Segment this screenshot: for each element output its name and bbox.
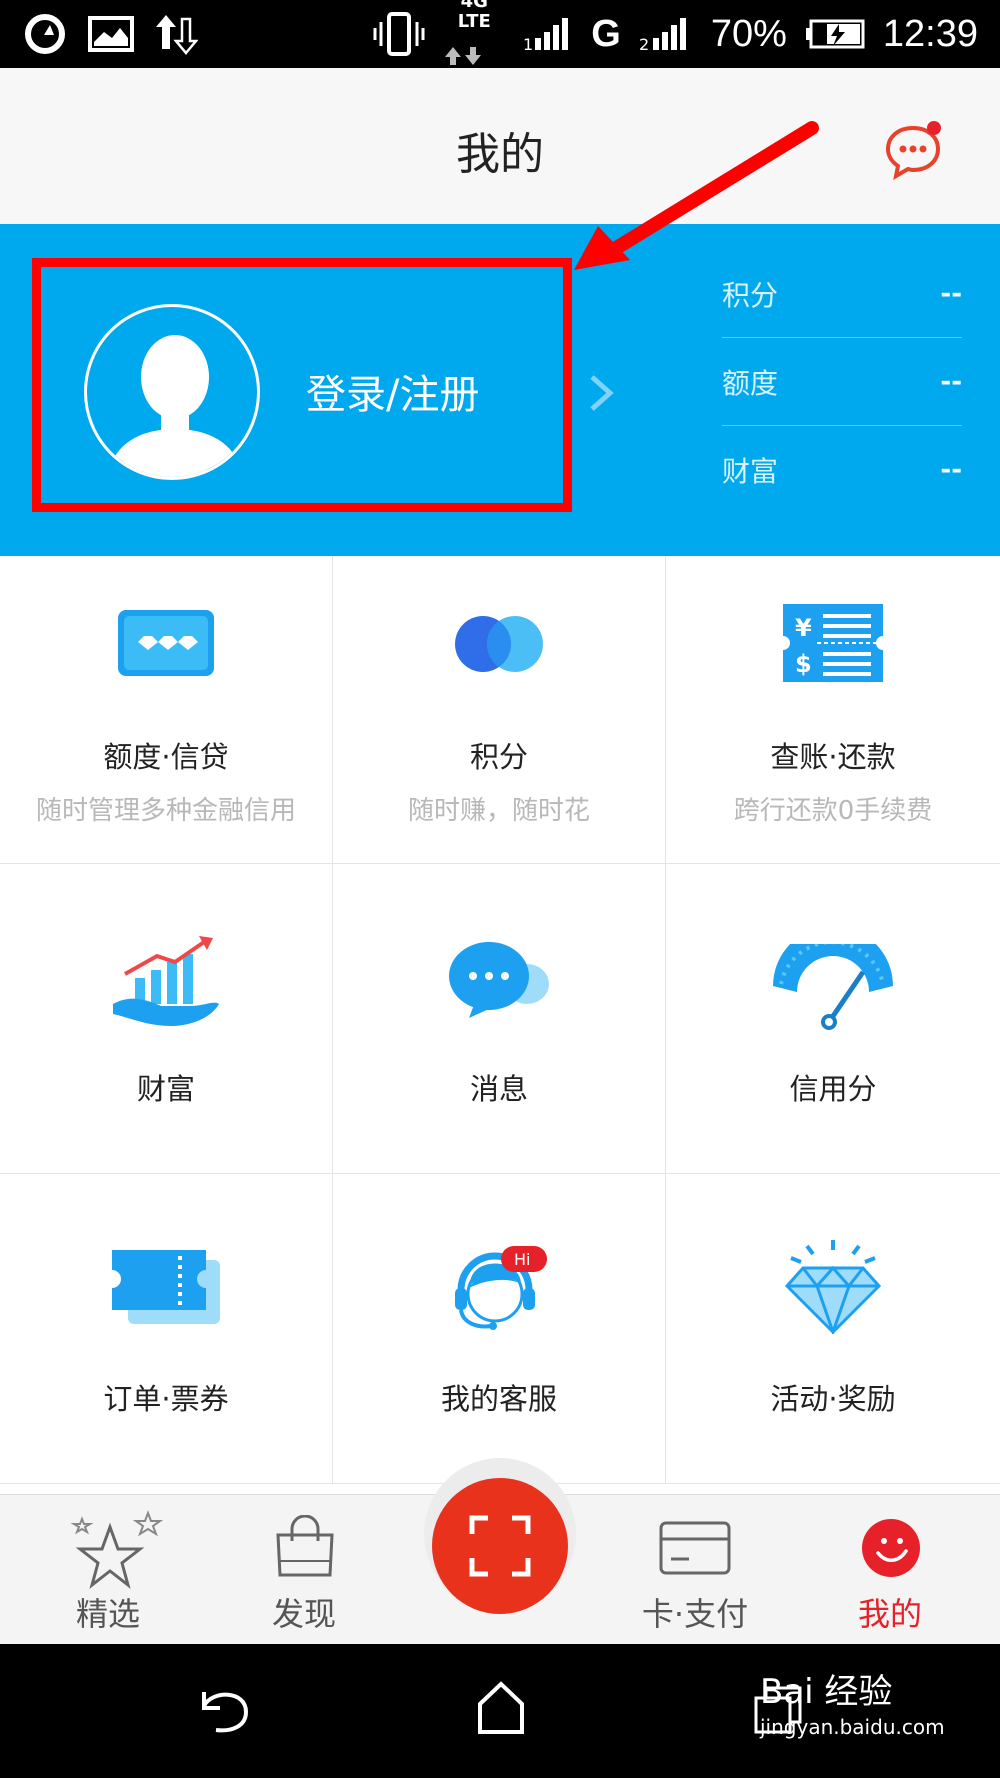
- gauge-icon: [773, 944, 893, 1030]
- svg-text:¥: ¥: [795, 614, 812, 642]
- grid-item-desc: 跨行还款0手续费: [733, 796, 933, 826]
- card-icon: [659, 1521, 731, 1575]
- grid-item-name: 额度·信贷: [103, 740, 229, 774]
- grid-item-bill[interactable]: ¥ $ 查账·还款 跨行还款0手续费: [666, 556, 1000, 864]
- user-silhouette-icon: [107, 335, 243, 477]
- grid-item-desc: 随时管理多种金融信用: [35, 796, 296, 826]
- nav-item-mine[interactable]: 我的: [800, 1495, 980, 1645]
- login-register-link[interactable]: 登录/注册: [306, 362, 479, 420]
- watermark-url: jingyan.baidu.com: [760, 1715, 945, 1739]
- page-title: 我的: [456, 129, 544, 180]
- data-transfer-icon: [156, 15, 198, 55]
- battery-icon: [805, 19, 865, 49]
- credit-card-icon: [118, 610, 214, 676]
- grid-item-name: 财富: [136, 1072, 195, 1106]
- app-header: 我的: [0, 68, 1000, 224]
- battery-percent: 70%: [710, 12, 787, 55]
- stat-label: 额度: [722, 366, 779, 400]
- svg-text:1: 1: [523, 35, 533, 52]
- annotation-arrow-icon: [574, 121, 819, 270]
- profile-stats: 积分 -- 额度 -- 财富 --: [722, 250, 962, 514]
- back-icon[interactable]: [196, 1684, 252, 1736]
- grid-item-name: 查账·还款: [770, 740, 896, 774]
- stat-value: --: [940, 455, 962, 485]
- chevron-right-icon[interactable]: [588, 374, 616, 412]
- grid-item-message[interactable]: 消息: [333, 864, 666, 1174]
- shopping-bag-icon: [276, 1515, 334, 1577]
- watermark-brand: Bai 经验: [760, 1672, 893, 1712]
- grid-item-wealth[interactable]: 财富: [0, 864, 333, 1174]
- scan-icon: [469, 1515, 531, 1577]
- hi-badge: Hi: [514, 1250, 530, 1269]
- nav-label: 卡·支付: [641, 1595, 749, 1633]
- carrier-g: G: [591, 12, 621, 55]
- clock: 12:39: [882, 12, 978, 55]
- nav-label: 精选: [75, 1595, 140, 1633]
- points-circles-icon: [455, 616, 543, 672]
- status-bar: 4G LTE 1 G 2 70% 12:39: [0, 0, 1000, 68]
- star-icon: [70, 1510, 164, 1589]
- grid-item-customer-service[interactable]: Hi 我的客服: [333, 1174, 666, 1484]
- svg-text:$: $: [795, 650, 812, 678]
- image-icon: [88, 16, 134, 52]
- grid-item-name: 信用分: [789, 1072, 877, 1106]
- stat-label: 财富: [722, 455, 779, 488]
- nav-label: 我的: [857, 1595, 922, 1633]
- scan-button[interactable]: [432, 1478, 568, 1614]
- feature-grid: 额度·信贷 随时管理多种金融信用 积分 随时赚，随时花 ¥ $ 查账·还款 跨行…: [0, 556, 1000, 1484]
- nav-item-featured[interactable]: 精选: [18, 1495, 198, 1645]
- message-icon: [449, 942, 549, 1018]
- sync-icon: [25, 14, 65, 54]
- stat-value: --: [940, 366, 962, 397]
- nav-item-discover[interactable]: 发现: [214, 1495, 394, 1645]
- grid-item-desc: 随时赚，随时花: [407, 796, 590, 826]
- grid-item-activities[interactable]: 活动·奖励: [666, 1174, 1000, 1484]
- vibrate-icon: [373, 12, 425, 56]
- stat-value: --: [940, 278, 962, 309]
- signal-icon-2: 2: [639, 18, 686, 52]
- chat-bubble-icon[interactable]: [882, 120, 944, 182]
- wealth-chart-icon: [113, 936, 219, 1026]
- signal-icon-1: 1: [523, 18, 569, 52]
- bill-icon: ¥ $: [783, 604, 883, 682]
- grid-item-name: 积分: [469, 740, 528, 774]
- grid-item-name: 订单·票券: [103, 1382, 229, 1416]
- smiley-icon: [862, 1519, 920, 1577]
- customer-service-icon: Hi: [455, 1246, 547, 1330]
- grid-item-credit[interactable]: 额度·信贷 随时管理多种金融信用: [0, 556, 333, 864]
- diamond-icon: [784, 1240, 882, 1334]
- profile-banner: 登录/注册 积分 -- 额度 -- 财富 --: [0, 224, 1000, 556]
- avatar[interactable]: [84, 304, 260, 480]
- lte-indicator: 4G LTE: [443, 0, 505, 76]
- ticket-icon: [112, 1250, 220, 1324]
- nav-label: 发现: [271, 1595, 336, 1633]
- grid-item-name: 活动·奖励: [770, 1382, 896, 1416]
- stat-wealth[interactable]: 财富 --: [722, 426, 962, 514]
- nav-item-card-pay[interactable]: 卡·支付: [605, 1495, 785, 1645]
- grid-item-credit-score[interactable]: 信用分: [666, 864, 1000, 1174]
- home-icon[interactable]: [476, 1680, 526, 1736]
- grid-item-orders[interactable]: 订单·票券: [0, 1174, 333, 1484]
- grid-item-name: 我的客服: [440, 1382, 557, 1416]
- grid-item-name: 消息: [469, 1072, 528, 1106]
- lte-arrows-icon: [445, 47, 482, 65]
- baidu-jingyan-watermark: Bai 经验 jingyan.baidu.com: [760, 1664, 945, 1739]
- grid-item-points[interactable]: 积分 随时赚，随时花: [333, 556, 666, 864]
- svg-text:2: 2: [639, 35, 649, 52]
- stat-limit[interactable]: 额度 --: [722, 338, 962, 426]
